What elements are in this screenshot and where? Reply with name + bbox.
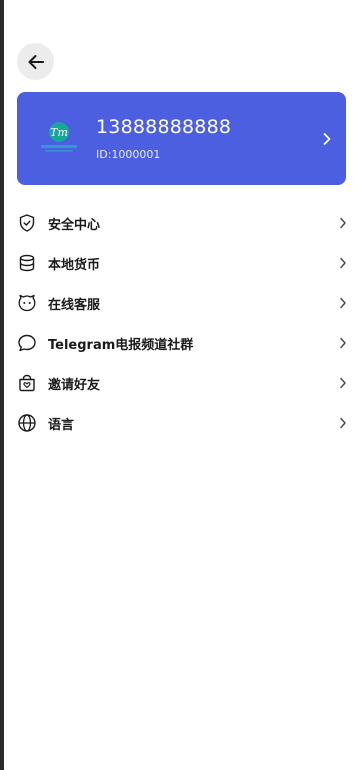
avatar-logo-text: Tm <box>50 126 68 139</box>
back-button[interactable] <box>17 43 54 80</box>
chevron-right-icon <box>340 257 346 269</box>
speech-bubble-icon <box>18 334 36 352</box>
database-icon <box>19 254 35 272</box>
menu-item-telegram-channel[interactable]: Telegram电报频道社群 <box>4 323 359 363</box>
phone-number: 13888888888 <box>96 116 232 138</box>
menu-item-label: Telegram电报频道社群 <box>48 337 194 353</box>
chat-face-icon <box>18 294 36 312</box>
avatar: Tm <box>37 119 81 159</box>
menu-item-language[interactable]: 语言 <box>4 403 359 443</box>
menu-item-label: 本地货币 <box>48 257 101 273</box>
menu-item-label: 在线客服 <box>48 297 101 313</box>
globe-icon <box>18 414 36 432</box>
menu-item-label: 邀请好友 <box>48 377 101 393</box>
gift-bag-icon <box>19 374 35 392</box>
user-id: ID:1000001 <box>96 148 161 161</box>
chevron-right-icon <box>340 297 346 309</box>
chevron-right-icon <box>340 217 346 229</box>
menu-item-local-currency[interactable]: 本地货币 <box>4 243 359 283</box>
chevron-right-icon <box>340 337 346 349</box>
chevron-right-icon <box>340 417 346 429</box>
settings-menu: 安全中心 本地货币 在线客服 Telegram电报频道社群 邀请好友 语言 <box>4 203 359 443</box>
chevron-right-icon <box>340 377 346 389</box>
menu-item-invite-friends[interactable]: 邀请好友 <box>4 363 359 403</box>
shield-check-icon <box>19 214 35 232</box>
profile-page: Tm 13888888888 ID:1000001 安全中心 本地货币 在线客服… <box>4 0 359 770</box>
menu-item-label: 语言 <box>48 417 75 433</box>
menu-item-online-support[interactable]: 在线客服 <box>4 283 359 323</box>
arrow-left-icon <box>28 54 44 69</box>
menu-item-label: 安全中心 <box>48 217 101 233</box>
chevron-right-icon <box>323 133 331 145</box>
menu-item-security-center[interactable]: 安全中心 <box>4 203 359 243</box>
profile-card[interactable]: Tm 13888888888 ID:1000001 <box>17 92 346 185</box>
